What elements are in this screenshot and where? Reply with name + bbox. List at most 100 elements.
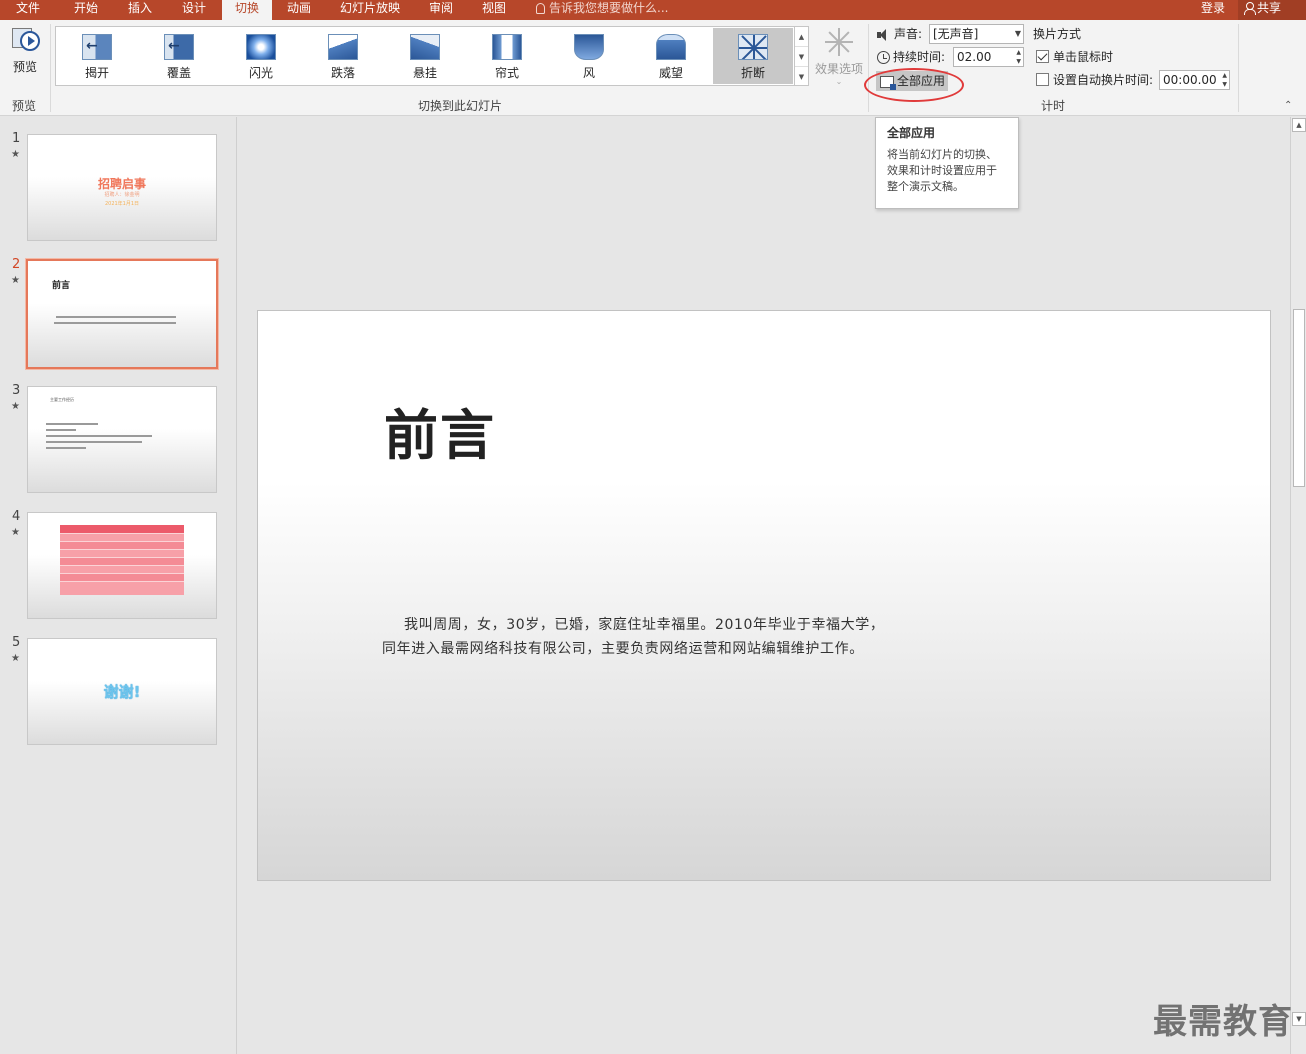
tab-file[interactable]: 文件	[0, 0, 56, 20]
transition-star-icon: ★	[11, 275, 20, 286]
gallery-scroll-down-icon[interactable]: ▼	[795, 47, 808, 67]
tooltip-title: 全部应用	[887, 126, 936, 140]
scroll-thumb[interactable]	[1293, 309, 1305, 487]
sound-dropdown[interactable]: [无声音] ▼	[929, 24, 1024, 44]
wind-icon	[574, 34, 604, 60]
apply-all-tooltip: 全部应用 将当前幻灯片的切换、效果和计时设置应用于整个演示文稿。	[875, 117, 1019, 209]
vertical-scrollbar[interactable]: ▲ ▼	[1290, 117, 1306, 1054]
slide-thumbnail-3[interactable]: 主要工作经历	[27, 386, 217, 493]
cover-icon	[164, 34, 194, 60]
tab-review[interactable]: 审阅	[416, 0, 466, 20]
gallery-more-icon[interactable]: ▼	[795, 67, 808, 87]
transition-label: 悬挂	[412, 66, 437, 80]
preview-icon	[10, 26, 40, 52]
tab-view[interactable]: 视图	[470, 0, 518, 20]
preview-group-label: 预览	[11, 99, 36, 113]
thumbnail-heading: 主要工作经历	[50, 397, 74, 402]
transition-uncover[interactable]: 揭开	[57, 28, 137, 84]
sound-row: 声音:	[877, 24, 922, 44]
thumbnail-number: 1	[12, 131, 21, 146]
tab-slideshow[interactable]: 幻灯片放映	[330, 0, 410, 20]
after-label: 设置自动换片时间:	[1053, 73, 1154, 87]
transition-star-icon: ★	[11, 653, 20, 664]
text-line	[46, 447, 86, 449]
login-link[interactable]: 登录	[1201, 0, 1225, 20]
collapse-ribbon-icon[interactable]: ⌃	[1284, 100, 1292, 111]
scroll-up-icon[interactable]: ▲	[1292, 118, 1306, 132]
text-line	[46, 429, 76, 431]
transition-star-icon: ★	[11, 401, 20, 412]
body-line: 同年进入最需网络科技有限公司，主要负责网络运营和网站编辑维护工作。	[382, 641, 864, 657]
slide-thumbnail-2[interactable]: 前言	[26, 259, 218, 369]
spinner-icon[interactable]: ▲ ▼	[1016, 48, 1021, 66]
gallery-scroller: ▲ ▼ ▼	[795, 26, 809, 86]
timing-group-label: 计时	[1040, 99, 1065, 113]
watermark-logo: 最需教育	[1153, 1002, 1293, 1042]
tab-animations[interactable]: 动画	[274, 0, 324, 20]
tell-me-text: 告诉我您想要做什么...	[549, 1, 669, 15]
after-value: 00:00.00	[1163, 73, 1217, 87]
thumbnail-date: 2021年1月1日	[104, 201, 140, 207]
spinner-icon[interactable]: ▲ ▼	[1222, 71, 1227, 89]
text-line	[46, 435, 152, 437]
ribbon-tab-bar: 文件 开始 插入 设计 切换 动画 幻灯片放映 审阅 视图 告诉我您想要做什么.…	[0, 0, 1306, 20]
on-click-row[interactable]: 单击鼠标时	[1036, 47, 1113, 67]
tab-insert[interactable]: 插入	[114, 0, 166, 20]
slide-thumbnail-4[interactable]	[27, 512, 217, 619]
transition-drape[interactable]: 悬挂	[385, 28, 465, 84]
tab-transitions[interactable]: 切换	[222, 0, 272, 20]
transition-label: 风	[582, 66, 595, 80]
thumbnail-title: 招聘启事	[97, 177, 146, 191]
slide-title[interactable]: 前言	[384, 391, 496, 470]
text-line	[56, 316, 176, 318]
transition-prestige[interactable]: 威望	[631, 28, 711, 84]
group-divider	[50, 24, 51, 112]
current-slide[interactable]: 前言 我叫周周，女，30岁，已婚，家庭住址幸福里。2010年毕业于幸福大学， 同…	[257, 310, 1271, 881]
slide-thumbnail-1[interactable]: 招聘启事 招聘人：徐金明 2021年1月1日	[27, 134, 217, 241]
thumbnail-number: 2	[12, 257, 21, 272]
transition-flash[interactable]: 闪光	[221, 28, 301, 84]
gallery-scroll-up-icon[interactable]: ▲	[795, 27, 808, 47]
slide-body-text[interactable]: 我叫周周，女，30岁，已婚，家庭住址幸福里。2010年毕业于幸福大学， 同年进入…	[382, 613, 942, 661]
duration-value: 02.00	[957, 50, 992, 64]
person-icon	[1244, 2, 1256, 15]
after-checkbox[interactable]	[1036, 73, 1049, 86]
transition-fall-over[interactable]: 跌落	[303, 28, 383, 84]
transition-label: 帘式	[494, 66, 519, 80]
transition-gallery: 揭开 覆盖 闪光 跌落 悬挂 帘式 风 威望	[55, 26, 795, 86]
fall-over-icon	[328, 34, 358, 60]
body-line: 我叫周周，女，30岁，已婚，家庭住址幸福里。2010年毕业于幸福大学，	[404, 617, 885, 633]
clock-icon	[877, 51, 890, 64]
sound-value: [无声音]	[933, 27, 979, 41]
transition-label: 覆盖	[166, 66, 191, 80]
transition-label: 折断	[740, 66, 765, 80]
share-button[interactable]: 共享	[1238, 0, 1306, 20]
effect-options-button[interactable]: 效果选项 ⌄	[812, 26, 866, 96]
after-row[interactable]: 设置自动换片时间:	[1036, 70, 1153, 90]
drape-icon	[410, 34, 440, 60]
text-line	[54, 322, 176, 324]
thumbnail-subtitle: 招聘人：徐金明	[104, 192, 140, 198]
slide-thumbnail-5[interactable]: 谢谢!	[27, 638, 217, 745]
transition-label: 揭开	[84, 66, 109, 80]
duration-input[interactable]: 02.00 ▲ ▼	[953, 47, 1024, 67]
transition-curtains[interactable]: 帘式	[467, 28, 547, 84]
transition-shatter[interactable]: 折断	[713, 28, 793, 84]
on-click-checkbox[interactable]	[1036, 50, 1049, 63]
group-divider	[1238, 24, 1239, 112]
text-line	[46, 423, 98, 425]
transition-label: 威望	[658, 66, 683, 80]
transition-cover[interactable]: 覆盖	[139, 28, 219, 84]
transition-wind[interactable]: 风	[549, 28, 629, 84]
thumbnail-number: 4	[12, 509, 21, 524]
chevron-down-icon: ⌄	[835, 77, 843, 86]
tab-home[interactable]: 开始	[60, 0, 112, 20]
after-time-input[interactable]: 00:00.00 ▲ ▼	[1159, 70, 1230, 90]
tab-design[interactable]: 设计	[168, 0, 220, 20]
preview-button[interactable]: 预览	[6, 26, 44, 80]
advance-slide-title: 换片方式	[1033, 27, 1082, 41]
tell-me-search[interactable]: 告诉我您想要做什么...	[536, 0, 668, 20]
transition-label: 闪光	[248, 66, 273, 80]
preview-label: 预览	[12, 60, 37, 74]
scroll-down-icon[interactable]: ▼	[1292, 1012, 1306, 1026]
